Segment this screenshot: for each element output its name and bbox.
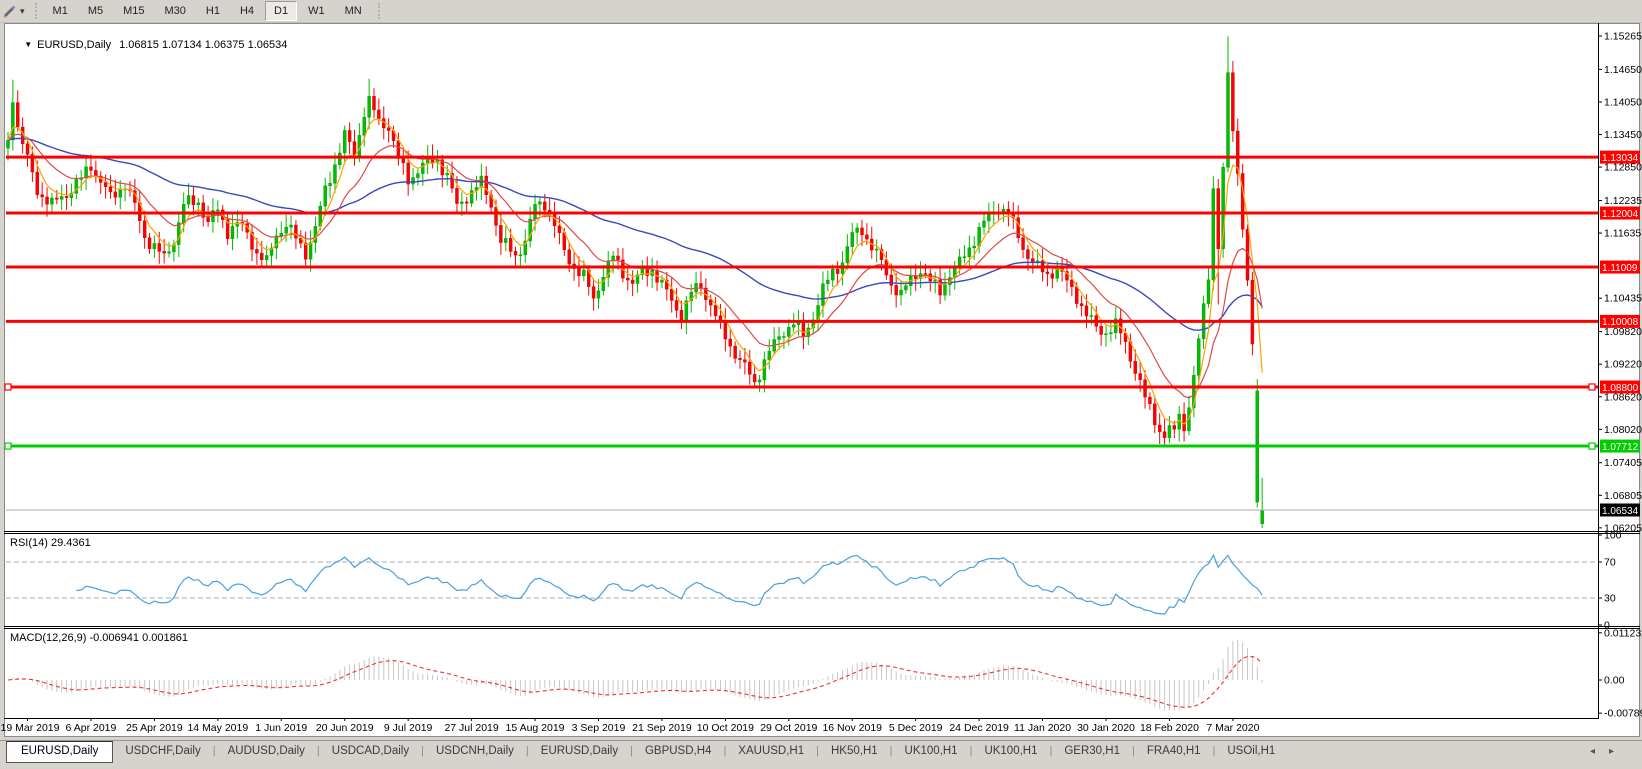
svg-text:70: 70: [1604, 557, 1616, 569]
svg-text:100: 100: [1604, 530, 1622, 542]
tab-usdcad-daily[interactable]: USDCAD,Daily: [320, 742, 421, 761]
svg-text:19 Mar 2019: 19 Mar 2019: [1, 722, 60, 734]
svg-text:21 Sep 2019: 21 Sep 2019: [632, 722, 692, 734]
svg-text:14 May 2019: 14 May 2019: [187, 722, 248, 734]
svg-text:1.09820: 1.09820: [1604, 326, 1642, 338]
svg-text:7 Mar 2020: 7 Mar 2020: [1206, 722, 1259, 734]
svg-text:1.08020: 1.08020: [1604, 424, 1642, 436]
svg-text:15 Aug 2019: 15 Aug 2019: [506, 722, 565, 734]
rsi-indicator-title: RSI(14) 29.4361: [10, 537, 91, 549]
svg-text:27 Jul 2019: 27 Jul 2019: [444, 722, 498, 734]
chart-ohlc-values: 1.06815 1.07134 1.06375 1.06534: [119, 39, 287, 51]
hline-handle-left[interactable]: [5, 443, 11, 449]
svg-text:1.07712: 1.07712: [1602, 442, 1639, 453]
svg-text:1.10435: 1.10435: [1604, 293, 1642, 305]
svg-text:18 Feb 2020: 18 Feb 2020: [1140, 722, 1199, 734]
tab-uk100-h1[interactable]: UK100,H1: [972, 742, 1049, 761]
chart-canvas[interactable]: 1.130341.120041.110091.100081.088001.077…: [0, 0, 1642, 740]
svg-text:20 Jun 2019: 20 Jun 2019: [316, 722, 374, 734]
svg-text:1.06534: 1.06534: [1602, 506, 1639, 517]
tab-ger30-h1[interactable]: GER30,H1: [1052, 742, 1132, 761]
svg-text:0.011232: 0.011232: [1604, 627, 1642, 639]
svg-text:11 Jan 2020: 11 Jan 2020: [1014, 722, 1071, 734]
svg-text:1.11009: 1.11009: [1602, 263, 1638, 274]
tab-usdchf-daily[interactable]: USDCHF,Daily: [113, 742, 212, 761]
tab-uk100-h1[interactable]: UK100,H1: [893, 742, 970, 761]
svg-text:5 Dec 2019: 5 Dec 2019: [889, 722, 943, 734]
svg-text:1.14650: 1.14650: [1604, 64, 1642, 76]
hline-handle-right[interactable]: [1589, 384, 1595, 390]
chart-symbol: EURUSD,Daily: [37, 39, 111, 51]
tab-fra40-h1[interactable]: FRA40,H1: [1135, 742, 1213, 761]
svg-text:1.14050: 1.14050: [1604, 96, 1642, 108]
tab-eurusd-daily[interactable]: EURUSD,Daily: [529, 742, 630, 761]
hline-handle-right[interactable]: [1589, 443, 1595, 449]
svg-text:30: 30: [1604, 593, 1616, 605]
tab-bar: EURUSD,DailyUSDCHF,Daily|AUDUSD,Daily|US…: [0, 740, 1642, 769]
svg-text:1.07405: 1.07405: [1604, 457, 1642, 469]
svg-text:1.06805: 1.06805: [1604, 490, 1642, 502]
svg-text:30 Jan 2020: 30 Jan 2020: [1077, 722, 1135, 734]
tab-scroll-left-icon: ◂: [1590, 746, 1609, 757]
tab-eurusd-daily[interactable]: EURUSD,Daily: [6, 741, 113, 763]
svg-text:1.08620: 1.08620: [1604, 391, 1642, 403]
tab-gbpusd-h4[interactable]: GBPUSD,H4: [633, 742, 723, 761]
svg-text:1.13450: 1.13450: [1604, 129, 1642, 141]
tab-audusd-daily[interactable]: AUDUSD,Daily: [216, 742, 317, 761]
chart-title: ▼ EURUSD,Daily 1.06815 1.07134 1.06375 1.0…: [12, 27, 287, 63]
hline-handle-left[interactable]: [5, 384, 11, 390]
svg-text:1.15265: 1.15265: [1604, 30, 1642, 42]
tab-hk50-h1[interactable]: HK50,H1: [819, 742, 890, 761]
svg-text:10 Oct 2019: 10 Oct 2019: [697, 722, 754, 734]
svg-text:25 Apr 2019: 25 Apr 2019: [126, 722, 183, 734]
svg-text:1.11635: 1.11635: [1604, 228, 1641, 240]
tab-xauusd-h1[interactable]: XAUUSD,H1: [726, 742, 816, 761]
svg-text:1.09220: 1.09220: [1604, 359, 1642, 371]
svg-text:6 Apr 2019: 6 Apr 2019: [66, 722, 117, 734]
svg-text:16 Nov 2019: 16 Nov 2019: [822, 722, 882, 734]
tab-usdcnh-daily[interactable]: USDCNH,Daily: [424, 742, 526, 761]
svg-text:-0.007894: -0.007894: [1604, 708, 1642, 720]
tab-usoil-h1[interactable]: USOil,H1: [1215, 742, 1287, 761]
collapse-icon[interactable]: ▼: [24, 40, 32, 49]
svg-text:9 Jul 2019: 9 Jul 2019: [384, 722, 433, 734]
tab-scroll-right-icon: ▸: [1609, 746, 1628, 757]
svg-text:1.12850: 1.12850: [1604, 162, 1642, 174]
chart-tabs: EURUSD,DailyUSDCHF,Daily|AUDUSD,Daily|US…: [0, 741, 1287, 769]
macd-indicator-title: MACD(12,26,9) -0.006941 0.001861: [10, 632, 188, 644]
svg-text:0.00: 0.00: [1604, 675, 1625, 687]
svg-text:1.12235: 1.12235: [1604, 195, 1642, 207]
svg-text:29 Oct 2019: 29 Oct 2019: [760, 722, 817, 734]
svg-text:1 Jun 2019: 1 Jun 2019: [255, 722, 307, 734]
svg-text:24 Dec 2019: 24 Dec 2019: [949, 722, 1009, 734]
svg-text:1.12004: 1.12004: [1602, 209, 1639, 220]
svg-text:3 Sep 2019: 3 Sep 2019: [572, 722, 626, 734]
tab-scroll-arrows[interactable]: ◂▸: [1590, 746, 1628, 757]
mt4-window: ▾ M1M5M15M30H1H4D1W1MN 1.130341.120041.1…: [0, 0, 1642, 769]
